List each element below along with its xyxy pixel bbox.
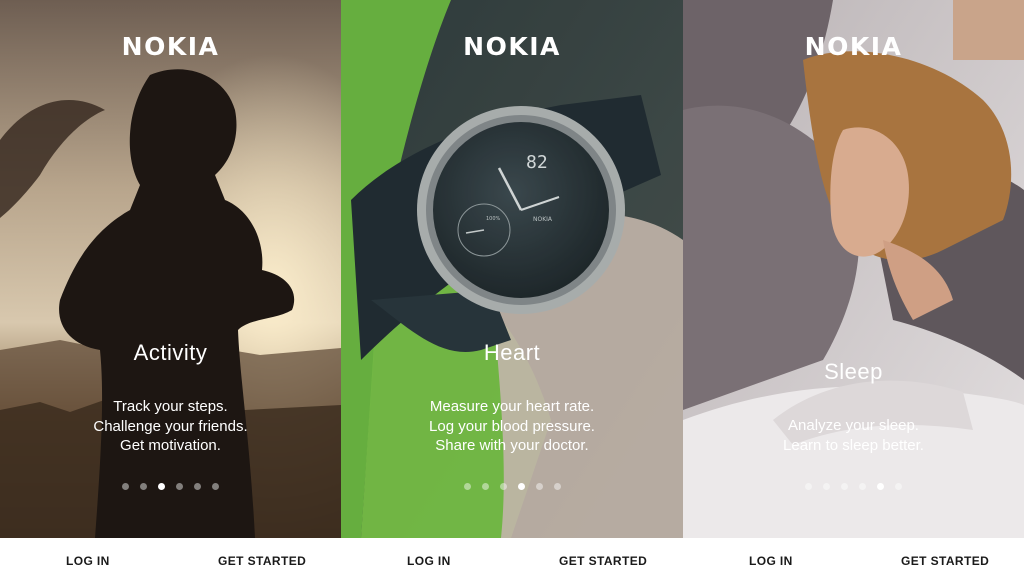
page-dot[interactable]	[140, 483, 147, 490]
activity-hero-image: NOKIA Activity Track your steps. Challen…	[0, 0, 341, 538]
log-in-button[interactable]: LOG IN	[407, 554, 451, 568]
onboarding-strip: NOKIA Activity Track your steps. Challen…	[0, 0, 1024, 584]
description-line: Challenge your friends.	[93, 417, 248, 435]
page-dot[interactable]	[463, 483, 471, 490]
page-dot[interactable]	[895, 483, 902, 490]
panel-description: Analyze your sleep. Learn to sleep bette…	[683, 416, 1024, 455]
page-dot-active[interactable]	[158, 483, 165, 490]
onboarding-panel-heart: 82 100% NOKIA NOKIA Heart Measure your h…	[341, 0, 683, 584]
page-dot[interactable]	[553, 483, 561, 490]
description-line: Analyze your sleep.	[788, 417, 919, 434]
watch-photo: 82 100% NOKIA	[341, 0, 683, 538]
description-line: Log your blood pressure.	[429, 417, 595, 435]
get-started-button[interactable]: GET STARTED	[559, 554, 647, 568]
description-line: Track your steps.	[113, 398, 228, 415]
panel-description: Track your steps. Challenge your friends…	[0, 397, 341, 456]
bottom-action-bar: LOG IN GET STARTED	[683, 538, 1024, 584]
panel-title: Heart	[483, 340, 541, 365]
log-in-button[interactable]: LOG IN	[749, 554, 793, 568]
nokia-logo: NOKIA	[463, 32, 561, 61]
page-dot[interactable]	[823, 483, 830, 490]
bottom-action-bar: LOG IN GET STARTED	[0, 538, 341, 584]
panel-description: Measure your heart rate. Log your blood …	[341, 397, 683, 456]
page-dot[interactable]	[212, 483, 219, 490]
description-line: Measure your heart rate.	[429, 398, 595, 415]
description-line: Get motivation.	[120, 437, 221, 454]
heart-hero-image: 82 100% NOKIA NOKIA Heart Measure your h…	[341, 0, 683, 538]
runner-photo	[0, 0, 341, 538]
page-dot-active[interactable]	[877, 483, 884, 490]
panel-title: Sleep	[824, 359, 883, 384]
bottom-action-bar: LOG IN GET STARTED	[341, 538, 683, 584]
page-dot[interactable]	[481, 483, 489, 490]
log-in-button[interactable]: LOG IN	[66, 554, 110, 568]
page-indicator	[0, 483, 341, 490]
page-dot[interactable]	[194, 483, 201, 490]
page-dot[interactable]	[859, 483, 866, 490]
page-dot-active[interactable]	[517, 483, 525, 490]
nokia-logo: NOKIA	[121, 32, 220, 61]
nokia-logo: NOKIA	[804, 32, 903, 61]
get-started-button[interactable]: GET STARTED	[901, 554, 989, 568]
page-dot[interactable]	[805, 483, 812, 490]
sleeping-woman-photo	[683, 0, 1024, 538]
onboarding-panel-sleep: NOKIA Sleep Analyze your sleep. Learn to…	[683, 0, 1024, 584]
sleep-hero-image: NOKIA Sleep Analyze your sleep. Learn to…	[683, 0, 1024, 538]
page-dot[interactable]	[841, 483, 848, 490]
page-dot[interactable]	[122, 483, 129, 490]
page-dot[interactable]	[535, 483, 543, 490]
description-line: Learn to sleep better.	[783, 436, 924, 454]
page-dot[interactable]	[499, 483, 507, 490]
get-started-button[interactable]: GET STARTED	[218, 554, 306, 568]
onboarding-panel-activity: NOKIA Activity Track your steps. Challen…	[0, 0, 341, 584]
page-dot[interactable]	[176, 483, 183, 490]
page-indicator	[341, 483, 683, 490]
panel-title: Activity	[133, 340, 208, 365]
description-line: Share with your doctor.	[435, 437, 589, 454]
page-indicator	[683, 483, 1024, 490]
